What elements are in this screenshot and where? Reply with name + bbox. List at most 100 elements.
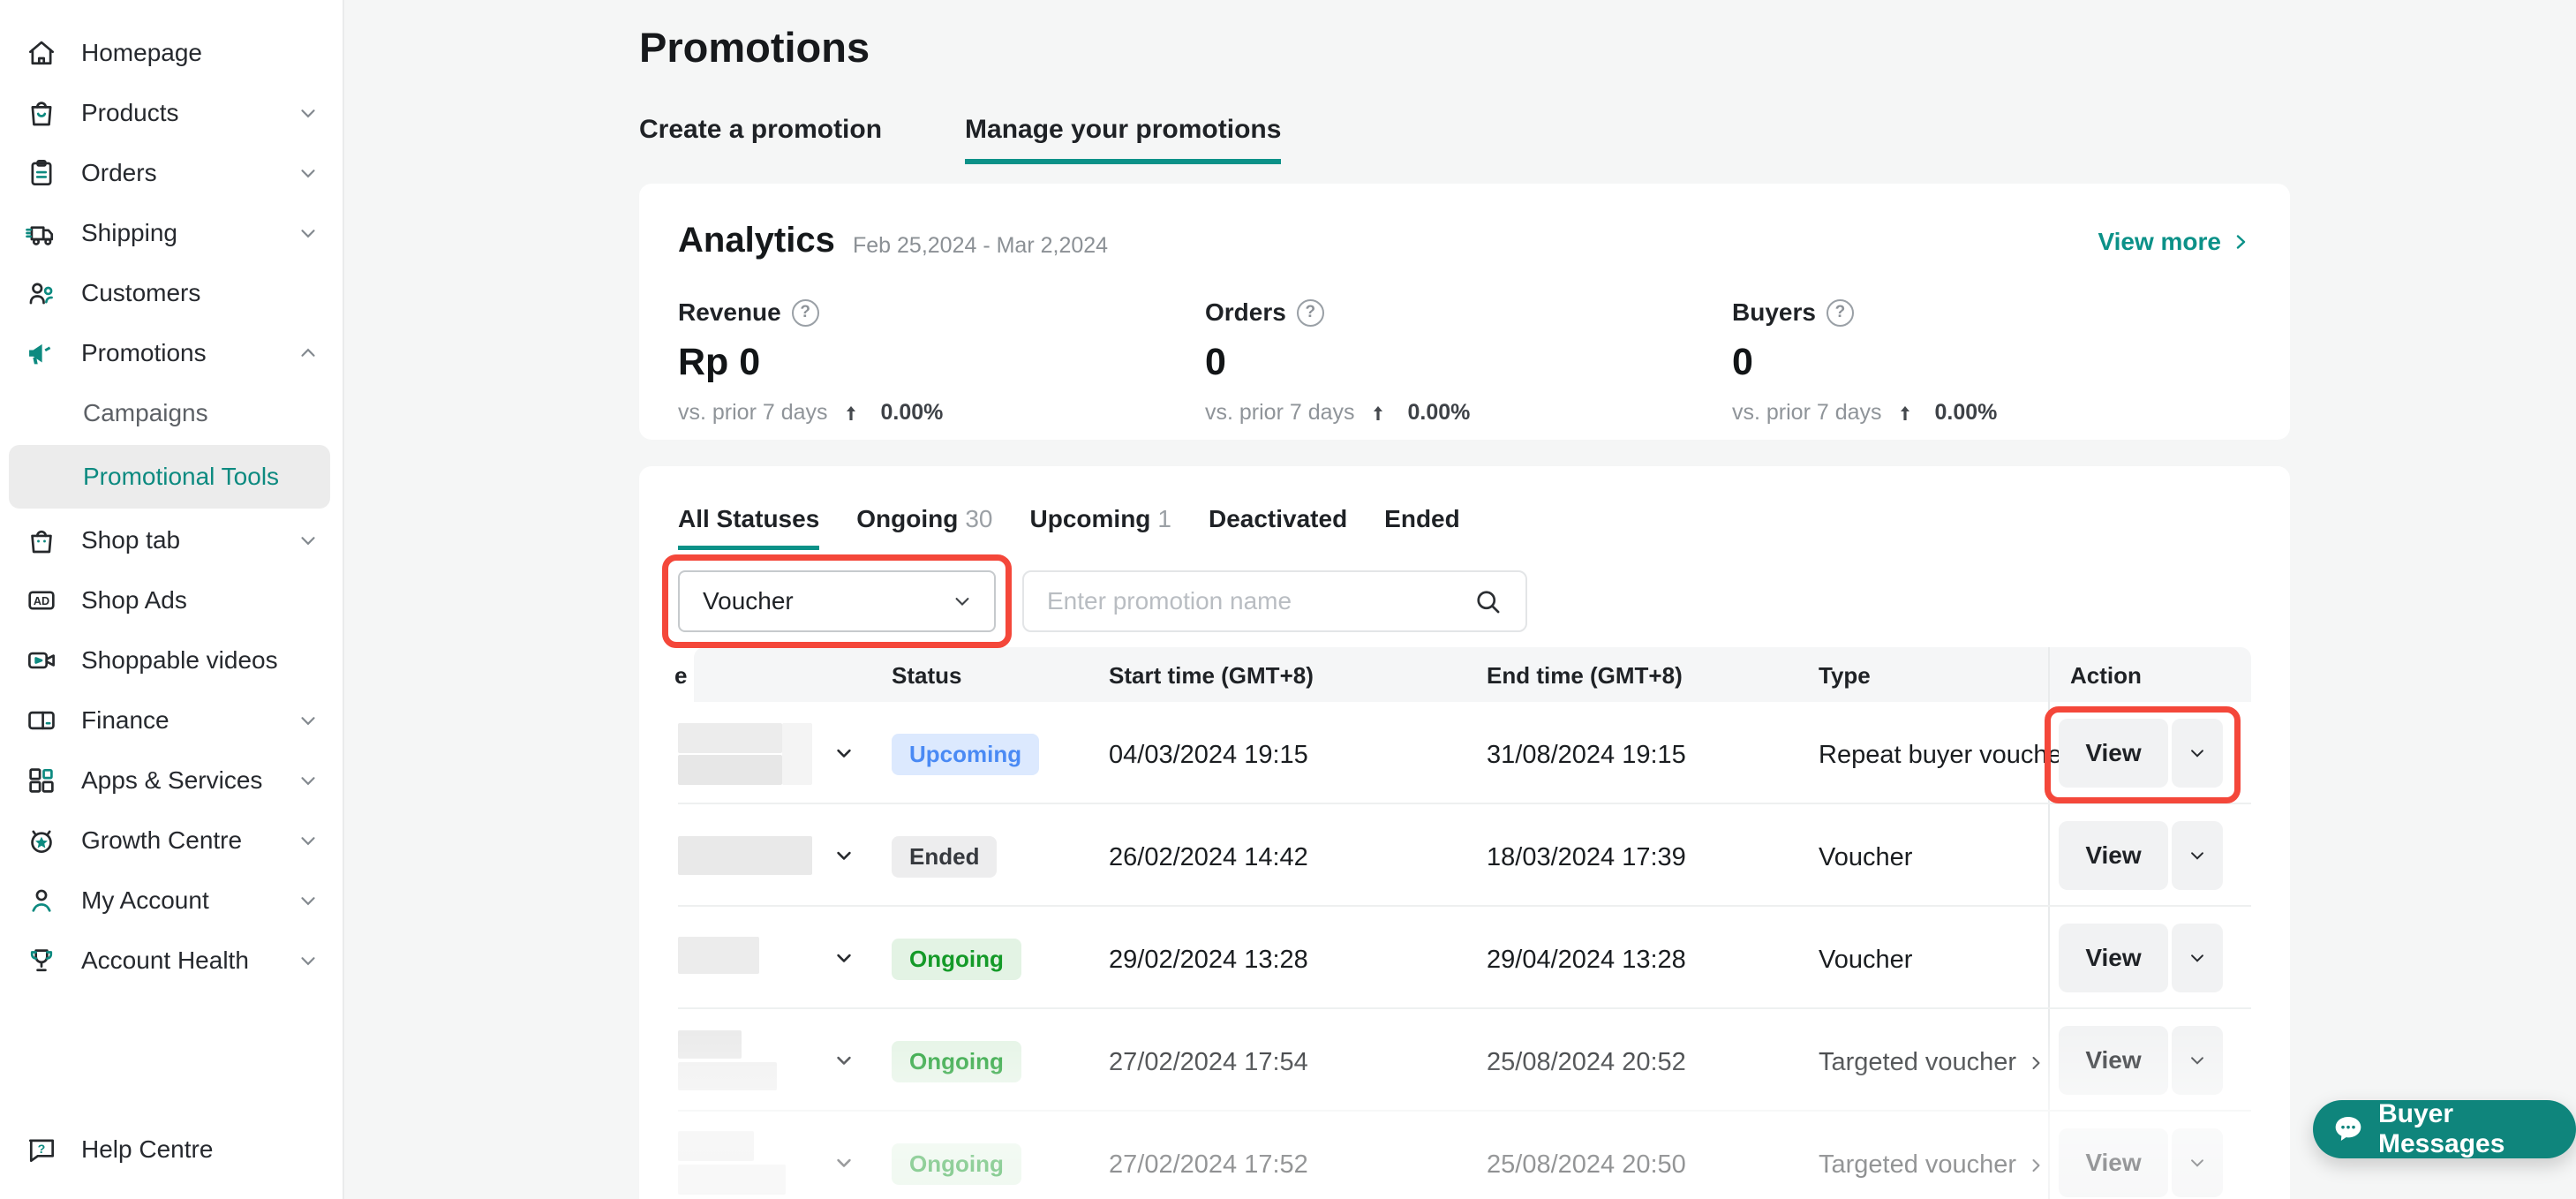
status-tab-ended[interactable]: Ended xyxy=(1384,505,1460,550)
start-time-cell: 29/02/2024 13:28 xyxy=(1109,946,1308,975)
sidebar-item-finance[interactable]: Finance xyxy=(0,690,343,750)
sidebar-item-shoppable-videos[interactable]: Shoppable videos xyxy=(0,630,343,690)
tab-create-a-promotion[interactable]: Create a promotion xyxy=(639,115,882,164)
sidebar-item-label: Customers xyxy=(81,279,200,307)
shipping-icon xyxy=(25,216,58,250)
chevron-down-icon xyxy=(297,709,320,732)
sidebar-item-products[interactable]: Products xyxy=(0,83,343,143)
search-input[interactable] xyxy=(1047,572,1462,630)
sidebar-item-help-centre[interactable]: ? Help Centre xyxy=(0,1120,343,1180)
sidebar-item-shipping[interactable]: Shipping xyxy=(0,203,343,263)
sidebar-item-label: Account Health xyxy=(81,946,249,975)
help-circle-icon[interactable]: ? xyxy=(1297,299,1324,327)
chevron-up-icon xyxy=(297,342,320,365)
view-dropdown-button[interactable] xyxy=(2172,1128,2223,1197)
column-header-action: Action xyxy=(2070,662,2142,690)
video-camera-icon xyxy=(25,644,58,677)
redacted-promotion-name xyxy=(678,804,812,907)
sidebar-item-homepage[interactable]: Homepage xyxy=(0,23,343,83)
sidebar-item-label: Shop Ads xyxy=(81,586,187,615)
view-button[interactable]: View xyxy=(2059,924,2168,992)
sidebar-subitem-label: Promotional Tools xyxy=(83,463,279,491)
sidebar-subitem-promotional-tools[interactable]: Promotional Tools xyxy=(9,445,330,509)
metric-delta: 0.00% xyxy=(881,400,944,426)
arrow-up-icon xyxy=(1367,403,1389,424)
buyer-messages-button[interactable]: Buyer Messages xyxy=(2313,1100,2576,1158)
name-column-header-fragment: e xyxy=(674,662,687,690)
start-time-cell: 04/03/2024 19:15 xyxy=(1109,741,1308,770)
start-time-cell: 26/02/2024 14:42 xyxy=(1109,843,1308,872)
sidebar-item-customers[interactable]: Customers xyxy=(0,263,343,323)
column-header-type: Type xyxy=(1819,662,1871,690)
expand-row-icon[interactable] xyxy=(832,1150,856,1175)
type-cell: Targeted voucher xyxy=(1819,1048,2046,1077)
orders-icon xyxy=(25,156,58,190)
sidebar-item-label: Apps & Services xyxy=(81,766,262,795)
sidebar-item-orders[interactable]: Orders xyxy=(0,143,343,203)
row-actions: View xyxy=(2059,719,2223,788)
metric-revenue: Revenue ? Rp 0 vs. prior 7 days 0.00% xyxy=(678,298,1172,426)
chevron-down-icon xyxy=(297,829,320,852)
search-icon[interactable] xyxy=(1473,586,1504,618)
help-circle-icon[interactable]: ? xyxy=(1827,299,1854,327)
view-dropdown-button[interactable] xyxy=(2172,719,2223,788)
view-button[interactable]: View xyxy=(2059,1128,2168,1197)
view-dropdown-button[interactable] xyxy=(2172,821,2223,890)
table-row: Ended 26/02/2024 14:42 18/03/2024 17:39 … xyxy=(678,804,2251,907)
status-filter-tabs: All Statuses Ongoing30 Upcoming1 Deactiv… xyxy=(678,505,1460,550)
help-circle-icon[interactable]: ? xyxy=(792,299,819,327)
status-tab-ongoing[interactable]: Ongoing30 xyxy=(856,505,992,550)
metric-value: 0 xyxy=(1205,341,1699,384)
selected-type: Voucher xyxy=(703,587,794,615)
promotion-tabs: Create a promotion Manage your promotion… xyxy=(639,115,1281,164)
view-dropdown-button[interactable] xyxy=(2172,1026,2223,1095)
status-tab-all-statuses[interactable]: All Statuses xyxy=(678,505,819,550)
chevron-down-icon xyxy=(297,102,320,124)
sidebar-item-account-health[interactable]: Account Health xyxy=(0,931,343,991)
table-row: Upcoming 04/03/2024 19:15 31/08/2024 19:… xyxy=(678,702,2251,804)
tab-count: 1 xyxy=(1157,505,1171,532)
tab-manage-your-promotions[interactable]: Manage your promotions xyxy=(965,115,1281,164)
column-header-start-time: Start time (GMT+8) xyxy=(1109,662,1314,690)
chevron-right-icon[interactable] xyxy=(2025,1052,2046,1074)
view-button[interactable]: View xyxy=(2059,1026,2168,1095)
sidebar-subitem-campaigns[interactable]: Campaigns xyxy=(0,383,343,443)
view-button[interactable]: View xyxy=(2059,821,2168,890)
metric-orders: Orders ? 0 vs. prior 7 days 0.00% xyxy=(1205,298,1699,426)
status-tab-deactivated[interactable]: Deactivated xyxy=(1209,505,1347,550)
sidebar-item-promotions[interactable]: Promotions xyxy=(0,323,343,383)
expand-row-icon[interactable] xyxy=(832,1048,856,1073)
table-row: Ongoing 29/02/2024 13:28 29/04/2024 13:2… xyxy=(678,907,2251,1009)
expand-row-icon[interactable] xyxy=(832,741,856,765)
status-tab-upcoming[interactable]: Upcoming1 xyxy=(1030,505,1171,550)
sidebar-item-label: Shoppable videos xyxy=(81,646,278,675)
sidebar-subitem-label: Campaigns xyxy=(83,399,208,427)
status-badge: Ended xyxy=(892,836,997,878)
sidebar-item-label: Help Centre xyxy=(81,1135,213,1164)
growth-centre-icon xyxy=(25,824,58,857)
sidebar-item-shop-ads[interactable]: AD Shop Ads xyxy=(0,570,343,630)
promotion-type-select[interactable]: Voucher xyxy=(678,570,996,632)
buyer-messages-label: Buyer Messages xyxy=(2378,1099,2550,1159)
chevron-right-icon[interactable] xyxy=(2025,1155,2046,1176)
column-header-status: Status xyxy=(892,662,961,690)
status-badge: Ongoing xyxy=(892,1143,1021,1185)
expand-row-icon[interactable] xyxy=(832,843,856,868)
row-actions: View xyxy=(2059,1026,2223,1095)
svg-text:AD: AD xyxy=(34,595,49,607)
sidebar-item-apps-services[interactable]: Apps & Services xyxy=(0,750,343,811)
sidebar-item-label: Promotions xyxy=(81,339,207,367)
sidebar-item-my-account[interactable]: My Account xyxy=(0,871,343,931)
type-cell: Voucher xyxy=(1819,946,1912,975)
metric-buyers: Buyers ? 0 vs. prior 7 days 0.00% xyxy=(1732,298,2226,426)
view-button[interactable]: View xyxy=(2059,719,2168,788)
sidebar-item-label: Shop tab xyxy=(81,526,180,554)
redacted-promotion-name xyxy=(678,1009,812,1112)
expand-row-icon[interactable] xyxy=(832,946,856,970)
view-more-link[interactable]: View more xyxy=(2098,228,2251,256)
arrow-up-icon xyxy=(1894,403,1916,424)
view-dropdown-button[interactable] xyxy=(2172,924,2223,992)
sidebar-item-shop-tab[interactable]: Shop tab xyxy=(0,510,343,570)
sidebar-item-growth-centre[interactable]: Growth Centre xyxy=(0,811,343,871)
promotions-table-body: Upcoming 04/03/2024 19:15 31/08/2024 19:… xyxy=(678,702,2251,1199)
